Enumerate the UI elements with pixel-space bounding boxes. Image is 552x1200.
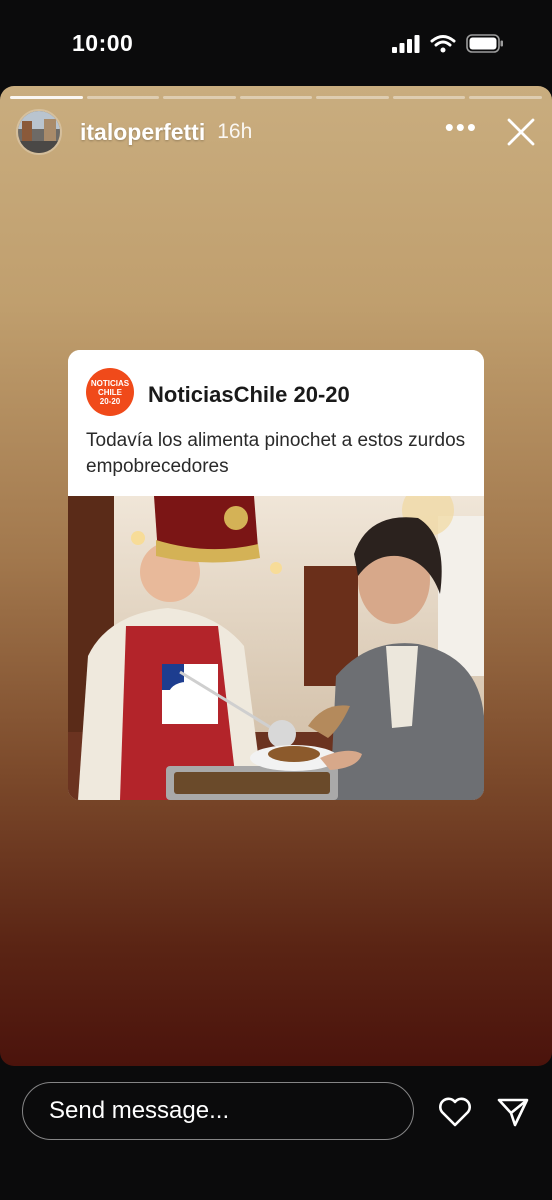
- story-username[interactable]: italoperfetti: [80, 119, 205, 146]
- post-image: [68, 496, 484, 800]
- story-progress-segment: [86, 96, 160, 99]
- source-name: NoticiasChile 20-20: [148, 382, 350, 407]
- story-progress-segment: [316, 96, 389, 99]
- signal-icon: [392, 34, 420, 53]
- status-bar: 10:00: [0, 0, 552, 86]
- story-progress-segment: [239, 96, 313, 99]
- message-bar: [0, 1066, 552, 1200]
- header-actions: •••: [445, 114, 536, 147]
- story-progress-segment: [469, 96, 543, 99]
- battery-icon: [466, 34, 503, 53]
- story-view[interactable]: italoperfetti 16h ••• NOTICIAS CHILE 20-…: [0, 86, 552, 1066]
- story-progress-segment: [10, 96, 83, 99]
- heart-icon[interactable]: [438, 1096, 472, 1128]
- post-header: NOTICIAS CHILE 20-20 NoticiasChile 20-20…: [68, 350, 484, 496]
- status-time: 10:00: [72, 30, 134, 56]
- source-logo: NOTICIAS CHILE 20-20: [86, 368, 134, 416]
- story-progress-bar: [10, 96, 543, 99]
- wifi-icon: [430, 35, 456, 53]
- story-time-ago: 16h: [217, 120, 253, 143]
- shared-post[interactable]: NOTICIAS CHILE 20-20 NoticiasChile 20-20…: [68, 350, 484, 800]
- close-icon[interactable]: [506, 117, 536, 147]
- avatar[interactable]: [16, 109, 62, 155]
- story-header: italoperfetti 16h •••: [16, 109, 536, 155]
- send-message-input[interactable]: [22, 1082, 414, 1140]
- send-icon[interactable]: [496, 1096, 530, 1128]
- more-icon[interactable]: •••: [445, 114, 478, 140]
- status-icons: [392, 34, 504, 53]
- post-text: Todavía los alimenta pinochet a estos zu…: [86, 430, 466, 477]
- story-progress-segment: [392, 96, 466, 99]
- story-progress-segment: [163, 96, 236, 99]
